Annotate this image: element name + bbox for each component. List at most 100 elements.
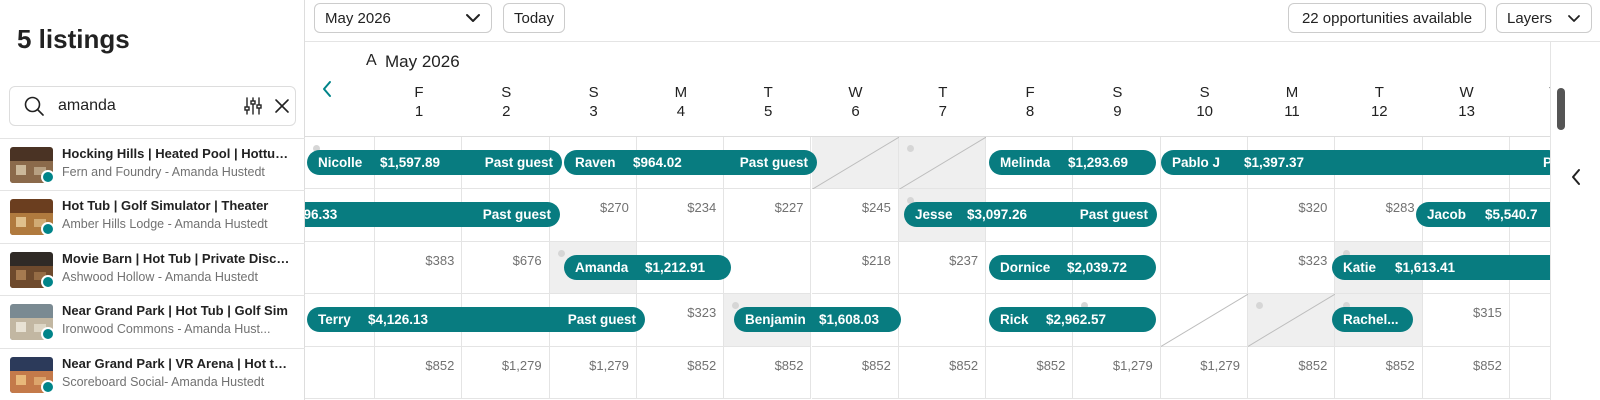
calendar-cell[interactable] [1160, 189, 1248, 242]
reservation-bar[interactable]: Benjamin $1,608.03 [734, 307, 901, 333]
calendar-cell[interactable]: $227 [724, 189, 812, 242]
reservation-bar[interactable]: Jesse $3,097.26 Past guest [904, 202, 1157, 228]
booking-amount: $1,212.91 [645, 259, 706, 275]
calendar-cell[interactable]: $218 [811, 241, 899, 295]
guest-name: Nicolle [318, 155, 363, 170]
calendar-cell[interactable] [724, 241, 812, 295]
month-select[interactable]: May 2026 [314, 3, 492, 33]
listing-title: Movie Barn | Hot Tub | Private Disc ... [62, 250, 290, 266]
day-of-week: S [1199, 84, 1210, 101]
nightly-price: $245 [861, 200, 891, 216]
listing-row[interactable]: Near Grand Park | VR Arena | Hot tu... Sc… [0, 347, 305, 400]
nightly-price: $852 [687, 357, 717, 373]
nightly-price: $852 [425, 357, 455, 373]
day-number: 13 [1458, 103, 1475, 120]
calendar-cell[interactable]: $383 [375, 241, 463, 295]
reservation-bar[interactable]: Pablo J $1,397.37 P [1161, 150, 1550, 175]
calendar-cell[interactable]: $1,279 [462, 346, 550, 399]
reservation-bar[interactable]: Dornice $2,039.72 [989, 254, 1156, 280]
calendar-cell[interactable]: $323 [636, 294, 725, 347]
reservation-bar[interactable]: Raven $964.02 Past guest [564, 150, 817, 175]
calendar-cell[interactable]: $852 [811, 346, 899, 399]
calendar-cell[interactable]: $234 [636, 189, 725, 242]
calendar-cell[interactable] [1160, 241, 1248, 295]
reservation-bar[interactable]: Rachel... [1332, 307, 1413, 333]
calendar-cell[interactable]: $320 [1248, 189, 1336, 242]
calendar-cell[interactable] [1509, 294, 1550, 347]
calendar-cell[interactable]: $852 [636, 346, 725, 399]
chevron-left-icon[interactable] [321, 80, 333, 103]
booking-amount: $3,097.26 [967, 207, 1028, 223]
listing-subtitle: Amber Hills Lodge - Amanda Hustedt [62, 217, 268, 232]
calendar-cell[interactable]: $852 [898, 346, 987, 399]
calendar-cell[interactable]: $852 [1335, 346, 1423, 399]
day-of-week: W [1459, 84, 1474, 101]
calendar-cell[interactable]: $323 [1248, 241, 1336, 295]
day-header: S2 [462, 84, 550, 120]
calendar-cell[interactable] [898, 137, 987, 190]
calendar-cell[interactable]: $852 [724, 346, 812, 399]
filter-sliders-icon[interactable] [243, 96, 263, 121]
calendar-cell[interactable]: $1,279 [549, 346, 637, 399]
calendar-cell[interactable] [898, 294, 987, 347]
calendar-cell[interactable]: $270 [549, 189, 637, 242]
reservation-bar[interactable]: Melinda $1,293.69 [989, 150, 1156, 175]
reservation-bar[interactable]: 296.33 Past guest [305, 202, 560, 228]
listing-row[interactable]: Hocking Hills | Heated Pool | Hottub... F… [0, 138, 305, 190]
reservation-bar[interactable]: Jacob $5,540.7 [1416, 202, 1550, 228]
listing-status-dot [41, 222, 55, 237]
calendar-cell[interactable]: $237 [898, 241, 987, 295]
cell-indicator-dot [732, 302, 740, 310]
listing-status-dot [41, 170, 55, 184]
calendar-cell[interactable] [1160, 294, 1248, 347]
nightly-price: $852 [1298, 357, 1328, 373]
calendar-cell[interactable]: $852 [375, 346, 463, 399]
search-input[interactable] [58, 95, 228, 117]
day-header: F8 [986, 84, 1074, 120]
reservation-bar[interactable]: Rick $2,962.57 [989, 307, 1156, 333]
calendar-cell[interactable] [305, 346, 375, 399]
reservation-bar[interactable]: Nicolle $1,597.89 Past guest [307, 150, 562, 175]
vertical-scrollbar[interactable] [1557, 88, 1565, 130]
booking-amount: $1,597.89 [380, 155, 441, 170]
calendar-cell[interactable]: $852 [1248, 346, 1336, 399]
calendar-cell[interactable]: $852 [986, 346, 1074, 399]
past-guest-label: Past guest [1079, 207, 1148, 223]
calendar-cell[interactable]: $852 [1509, 347, 1550, 399]
calendar-cell[interactable]: $315 [1422, 294, 1510, 347]
day-of-week: T [763, 84, 773, 101]
reservation-bar[interactable]: Amanda $1,212.91 [564, 254, 731, 280]
today-button[interactable]: Today [503, 3, 565, 33]
opportunities-button[interactable]: 22 opportunities available [1288, 3, 1486, 33]
listings-sidebar: 5 listings Hocking Hills | Heated Pool |… [0, 0, 305, 400]
calendar-cell[interactable]: $245 [811, 189, 899, 242]
calendar-cell[interactable] [1248, 294, 1336, 347]
calendar-cell[interactable] [811, 137, 899, 190]
nightly-price: $383 [425, 252, 455, 268]
guest-name: Rachel... [1343, 312, 1399, 328]
listing-subtitle: Fern and Foundry - Amanda Hustedt [62, 165, 265, 179]
day-number: 1 [414, 103, 424, 120]
layers-button[interactable]: Layers [1496, 3, 1592, 33]
listing-row[interactable]: Hot Tub | Golf Simulator | Theater Amber … [0, 190, 305, 242]
collapse-panel-icon[interactable] [1570, 168, 1582, 191]
day-number: 9 [1113, 103, 1122, 120]
calendar-cell[interactable]: $852 [1422, 346, 1510, 399]
calendar-cell[interactable]: $1,279 [1073, 346, 1161, 399]
nightly-price: $218 [861, 252, 891, 268]
clear-search-icon[interactable] [274, 98, 290, 119]
calendar-cell[interactable] [305, 241, 375, 295]
calendar-cell[interactable]: $1,279 [1160, 346, 1248, 399]
listing-row[interactable]: Movie Barn | Hot Tub | Private Disc ... A… [0, 242, 305, 295]
nightly-price: $283 [1385, 200, 1415, 216]
reservation-bar[interactable]: Terry $4,126.13 Past guest [307, 307, 645, 333]
search-box[interactable] [9, 86, 296, 126]
calendar-cell[interactable]: $676 [462, 241, 550, 295]
reservation-bar[interactable]: Katie$1,613.41P [1332, 254, 1550, 280]
layers-label: Layers [1507, 9, 1553, 27]
nightly-price: $227 [774, 200, 804, 216]
calendar-cell[interactable]: $283 [1335, 189, 1423, 242]
listing-row[interactable]: Near Grand Park | Hot Tub | Golf Sim Iron… [0, 295, 305, 347]
day-header: F1 [375, 84, 463, 120]
day-number: 8 [1025, 103, 1035, 120]
